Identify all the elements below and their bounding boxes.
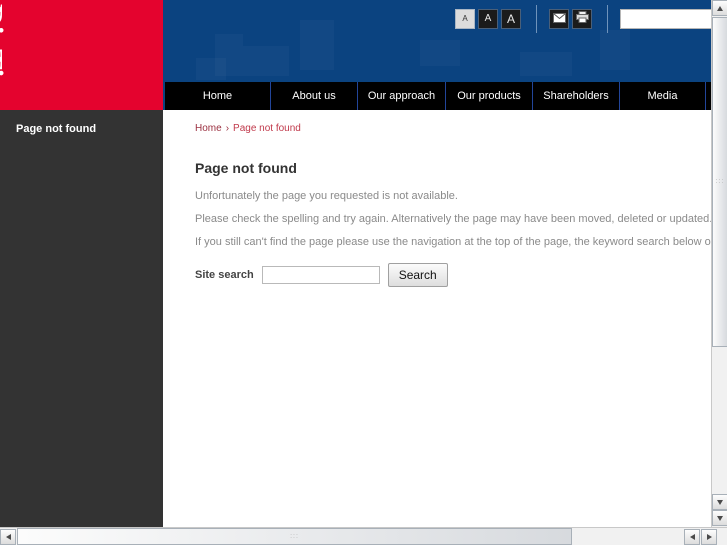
scroll-right-icon (706, 534, 712, 540)
error-paragraph-2: Please check the spelling and try again.… (195, 213, 711, 225)
nav-item-shareholders[interactable]: Shareholders (533, 82, 620, 110)
site-search-form: Site search Search (195, 263, 711, 287)
error-paragraph-3-text: If you still can't find the page please … (195, 236, 711, 248)
text-size-medium-button[interactable]: A (478, 9, 498, 29)
scroll-down-button-secondary[interactable] (712, 510, 727, 526)
scroll-up-button[interactable] (712, 0, 727, 16)
page-root: RioTinto A A A Home About us Our approac… (0, 0, 711, 527)
scroll-grip: ::: (715, 178, 725, 185)
error-paragraph-3: If you still can't find the page please … (195, 236, 711, 248)
scroll-grip: ::: (290, 532, 299, 540)
print-page-button[interactable] (572, 9, 592, 29)
scroll-right-button[interactable] (701, 529, 717, 545)
nav-item-media[interactable]: Media (620, 82, 706, 110)
page-title: Page not found (195, 160, 297, 176)
printer-icon (575, 10, 589, 28)
header-watermark (300, 20, 334, 70)
site-logo[interactable]: RioTinto (0, 0, 163, 110)
scroll-down-icon (717, 499, 723, 505)
browser-viewport: RioTinto A A A Home About us Our approac… (0, 0, 711, 527)
horizontal-scroll-thumb[interactable]: ::: (17, 528, 572, 545)
content-body: Page not found Unfortunately the page yo… (165, 134, 711, 287)
scroll-up-icon (717, 5, 723, 11)
site-search-label: Site search (195, 269, 254, 281)
email-page-button[interactable] (549, 9, 569, 29)
left-sidebar: Page not found (0, 110, 163, 527)
header-watermark (420, 40, 460, 66)
header-watermark (243, 46, 289, 76)
scroll-left-icon (689, 534, 695, 540)
breadcrumb-separator: › (225, 123, 230, 134)
scroll-left-button-end[interactable] (684, 529, 700, 545)
text-size-controls: A A A (455, 9, 524, 29)
header-search-input[interactable] (620, 9, 711, 29)
tool-divider (536, 5, 537, 33)
vertical-scroll-thumb[interactable]: ::: (712, 17, 727, 347)
header-watermark (520, 52, 572, 76)
nav-item-home[interactable]: Home (165, 82, 271, 110)
vertical-scrollbar[interactable]: ::: (711, 0, 727, 527)
tool-divider (607, 5, 608, 33)
breadcrumb-item-home[interactable]: Home (195, 123, 222, 134)
header-watermark (600, 30, 630, 70)
nav-item-about-us[interactable]: About us (271, 82, 358, 110)
scroll-left-icon (5, 534, 11, 540)
header-watermark (196, 58, 226, 80)
text-size-large-button[interactable]: A (501, 9, 521, 29)
site-search-input[interactable] (261, 266, 380, 284)
nav-item-our-approach[interactable]: Our approach (358, 82, 446, 110)
site-search-button[interactable]: Search (387, 263, 448, 287)
breadcrumb: Home › Page not found (165, 110, 711, 134)
breadcrumb-item-current: Page not found (233, 123, 301, 134)
scroll-down-icon (717, 515, 723, 521)
sidebar-section-title: Page not found (16, 123, 97, 135)
scroll-down-button[interactable] (712, 494, 727, 510)
header-tools: A A A (455, 5, 711, 33)
share-controls (549, 9, 595, 29)
error-paragraph-1: Unfortunately the page you requested is … (195, 190, 458, 202)
nav-item-our-products[interactable]: Our products (446, 82, 533, 110)
text-size-small-button[interactable]: A (455, 9, 475, 29)
envelope-icon (552, 10, 566, 28)
content-column: Home › Page not found Page not found Unfor… (165, 110, 711, 527)
main-navigation: Home About us Our approach Our products … (165, 82, 711, 110)
horizontal-scrollbar[interactable]: ::: (0, 527, 727, 545)
scroll-left-button[interactable] (0, 529, 16, 545)
logo-wordmark: RioTinto (0, 4, 10, 110)
